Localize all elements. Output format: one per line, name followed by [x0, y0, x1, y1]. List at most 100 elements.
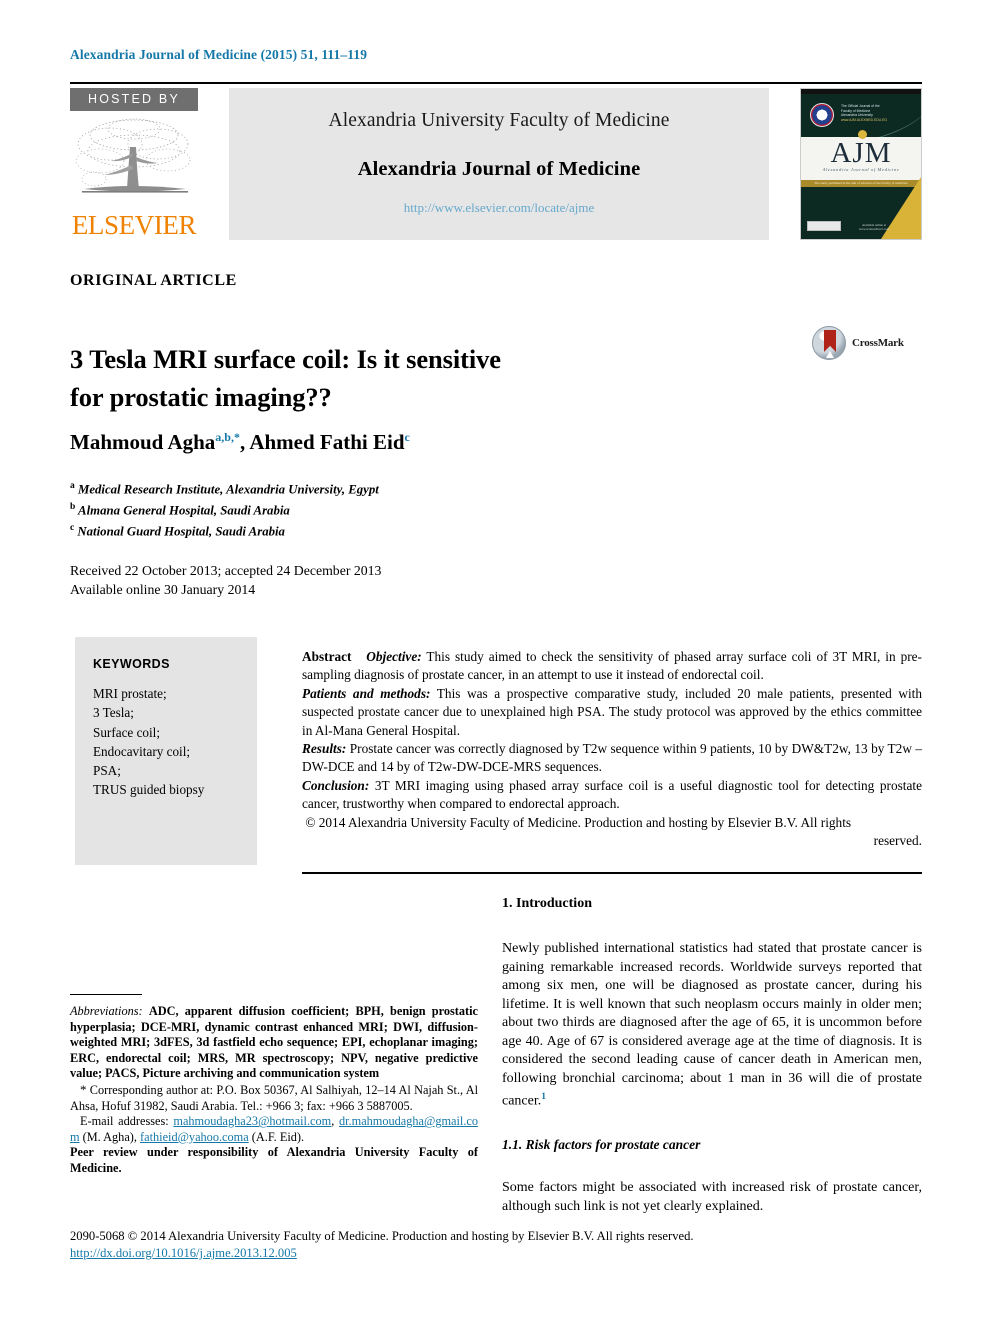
- keyword-item: Surface coil;: [93, 724, 161, 740]
- cover-footer-text: Available online at www.sciencedirect.co…: [858, 223, 890, 231]
- author-affiliation-marks[interactable]: c: [405, 430, 410, 444]
- abstract-label: Abstract: [302, 649, 352, 664]
- affiliation-list: a Medical Research Institute, Alexandria…: [70, 478, 379, 540]
- email-addresses-label: E-mail addresses:: [80, 1114, 169, 1129]
- cover-footer-logo-box: [807, 221, 841, 231]
- email-owner: (M. Agha): [82, 1129, 134, 1144]
- article-first-page: Alexandria Journal of Medicine (2015) 51…: [0, 0, 992, 1323]
- email-comma: ,: [133, 1129, 137, 1144]
- cover-seal-text: The Official Journal of the Faculty of M…: [841, 104, 911, 122]
- abstract-bottom-rule: [302, 872, 922, 874]
- email-link[interactable]: mahmoudagha23@hotmail.com: [173, 1114, 331, 1128]
- crossmark-badge[interactable]: CrossMark: [812, 326, 904, 360]
- affiliation-item: b Almana General Hospital, Saudi Arabia: [70, 499, 379, 520]
- hosted-by-label: HOSTED BY: [70, 88, 198, 111]
- abstract-conclusion: Conclusion: 3T MRI imaging using phased …: [302, 777, 922, 814]
- email-owner: (A.F. Eid): [251, 1129, 301, 1144]
- corresponding-author-text: Corresponding author at: P.O. Box 50367,…: [70, 1082, 478, 1113]
- affiliation-mark: a: [70, 481, 75, 491]
- abstract-conclusion-label: Conclusion:: [302, 777, 370, 793]
- body-right-column: 1. Introduction Newly published internat…: [502, 896, 922, 1216]
- article-type-label: ORIGINAL ARTICLE: [70, 272, 237, 289]
- crossmark-icon: [812, 326, 846, 360]
- keywords-box: KEYWORDS MRI prostate; 3 Tesla; Surface …: [75, 637, 257, 865]
- corresponding-author-marker: *: [80, 1081, 87, 1097]
- crossmark-label: CrossMark: [852, 337, 904, 349]
- email-period: .: [301, 1129, 305, 1144]
- footnotes-block: Abbreviations: ADC, apparent diffusion c…: [70, 1004, 478, 1177]
- affiliation-text: Medical Research Institute, Alexandria U…: [77, 482, 379, 497]
- keyword-item: 3 Tesla;: [93, 705, 134, 721]
- received-accepted-line: Received 22 October 2013; accepted 24 De…: [70, 563, 382, 578]
- elsevier-hosted-by-block: HOSTED BY ELSEVIER: [70, 88, 198, 240]
- footnote-abbreviations: Abbreviations: ADC, apparent diffusion c…: [70, 1004, 478, 1082]
- keyword-item: TRUS guided biopsy: [93, 782, 205, 798]
- affiliation-item: c National Guard Hospital, Saudi Arabia: [70, 520, 379, 541]
- abstract-results-text: Prostate cancer was correctly diagnosed …: [302, 741, 922, 775]
- abstract-objective-label: Objective:: [366, 649, 422, 664]
- affiliation-mark: b: [70, 501, 76, 512]
- email-comma: ,: [331, 1114, 335, 1129]
- footnote-separator-rule: [70, 994, 142, 995]
- keyword-item: MRI prostate;: [93, 686, 167, 701]
- abstract-results: Results: Prostate cancer was correctly d…: [302, 740, 922, 777]
- author-affiliation-marks[interactable]: a,b,*: [215, 430, 240, 444]
- section-heading-introduction: 1. Introduction: [502, 896, 592, 911]
- author-list: Mahmoud Aghaa,b,*, Ahmed Fathi Eidc: [70, 430, 410, 455]
- keywords-list: MRI prostate; 3 Tesla; Surface coil; End…: [93, 684, 204, 800]
- masthead-top-rule: [70, 82, 922, 84]
- title-line-2: for prostatic imaging??: [70, 381, 332, 412]
- title-line-1: 3 Tesla MRI surface coil: Is it sensitiv…: [70, 343, 501, 374]
- affiliation-mark: c: [70, 522, 75, 533]
- journal-url-link[interactable]: http://www.elsevier.com/locate/ajme: [229, 200, 769, 216]
- footnote-peer-review: Peer review under responsibility of Alex…: [70, 1145, 478, 1176]
- abstract-results-label: Results:: [302, 741, 347, 757]
- elsevier-tree-icon: [70, 111, 198, 212]
- faculty-seal-icon: [810, 103, 834, 127]
- abbreviations-label: Abbreviations:: [70, 1004, 143, 1018]
- running-head: Alexandria Journal of Medicine (2015) 51…: [70, 47, 367, 63]
- introduction-paragraph: Newly published international statistics…: [502, 940, 922, 1111]
- abstract-copyright: © 2014 Alexandria University Faculty of …: [302, 814, 922, 832]
- page-footer: 2090-5068 © 2014 Alexandria University F…: [70, 1228, 922, 1262]
- elsevier-wordmark: ELSEVIER: [71, 210, 197, 240]
- citation-reference[interactable]: 1: [541, 1092, 546, 1102]
- abstract-objective: Abstract Objective: This study aimed to …: [302, 648, 922, 685]
- abstract-block: Abstract Objective: This study aimed to …: [302, 648, 922, 850]
- abstract-conclusion-text: 3T MRI imaging using phased array surfac…: [302, 777, 922, 812]
- keyword-item: Endocavitary coil;: [93, 743, 191, 759]
- cover-seal-line-4: www.AJM.ALEXMED.EDU.EG: [841, 117, 887, 122]
- issn-copyright-line: 2090-5068 © 2014 Alexandria University F…: [70, 1229, 694, 1243]
- email-link[interactable]: fathieid@yahoo.coma: [140, 1130, 249, 1144]
- affiliation-text: National Guard Hospital, Saudi Arabia: [77, 523, 285, 538]
- abstract-copyright-tail: reserved.: [873, 833, 922, 849]
- risk-factors-paragraph: Some factors might be associated with in…: [502, 1180, 922, 1214]
- affiliation-text: Almana General Hospital, Saudi Arabia: [78, 503, 290, 518]
- doi-link[interactable]: http://dx.doi.org/10.1016/j.ajme.2013.12…: [70, 1245, 922, 1262]
- journal-cover-thumbnail[interactable]: The Official Journal of the Faculty of M…: [800, 88, 922, 240]
- peer-review-text: Peer review under responsibility of Alex…: [70, 1145, 478, 1175]
- available-online-line: Available online 30 January 2014: [70, 582, 256, 597]
- article-history: Received 22 October 2013; accepted 24 De…: [70, 561, 381, 599]
- affiliation-item: a Medical Research Institute, Alexandria…: [70, 478, 379, 499]
- journal-name: Alexandria Journal of Medicine: [357, 158, 641, 180]
- author-name: Ahmed Fathi Eid: [249, 430, 405, 454]
- footnote-emails: E-mail addresses: mahmoudagha23@hotmail.…: [70, 1114, 478, 1145]
- author-separator: ,: [239, 430, 250, 454]
- abstract-patients-label: Patients and methods:: [302, 685, 431, 701]
- author-name: Mahmoud Agha: [70, 430, 216, 454]
- keyword-item: PSA;: [93, 763, 121, 779]
- running-head-pages: , 111–119: [314, 47, 368, 62]
- subsection-heading-risk-factors: 1.1. Risk factors for prostate cancer: [502, 1137, 701, 1153]
- page-title: 3 Tesla MRI surface coil: Is it sensitiv…: [70, 340, 670, 416]
- cover-acronym-subtitle: Alexandria Journal of Medicine: [822, 167, 900, 172]
- cover-acronym: AJM: [830, 137, 892, 169]
- keywords-heading: KEYWORDS: [93, 657, 170, 671]
- publisher-name: Alexandria University Faculty of Medicin…: [328, 110, 670, 131]
- journal-masthead-panel: Alexandria University Faculty of Medicin…: [229, 88, 769, 240]
- running-head-journal: Alexandria Journal of Medicine (2015): [70, 47, 298, 62]
- running-head-volume: 51: [300, 47, 315, 62]
- footnote-corresponding-author: * Corresponding author at: P.O. Box 5036…: [70, 1082, 478, 1114]
- abstract-copyright-text: © 2014 Alexandria University Faculty of …: [305, 814, 852, 830]
- introduction-paragraph-text: Newly published international statistics…: [502, 941, 922, 1109]
